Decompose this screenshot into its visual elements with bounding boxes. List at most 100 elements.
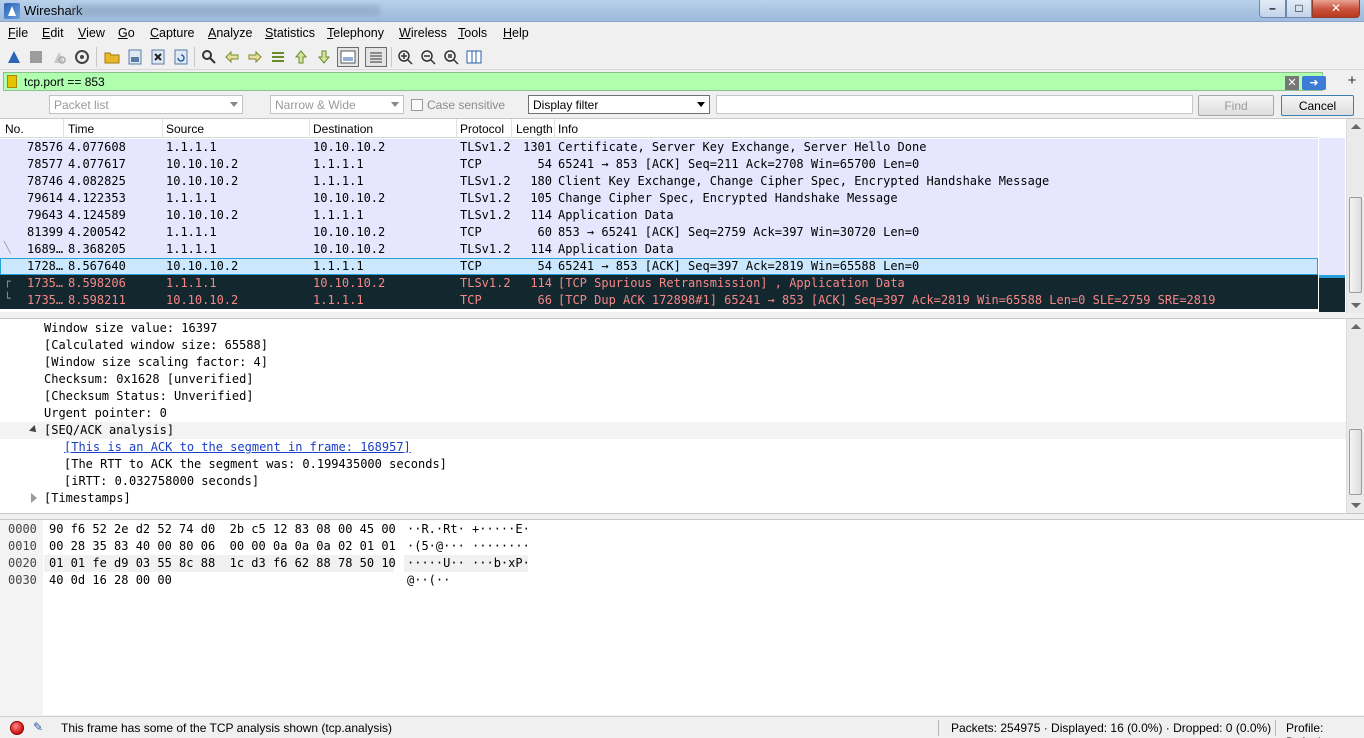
menu-analyze[interactable]: Analyze: [208, 26, 252, 40]
detail-item[interactable]: Checksum: 0x1628 [unverified]: [0, 371, 1346, 388]
column-separator[interactable]: [63, 119, 64, 138]
apply-filter-icon[interactable]: ➜: [1302, 76, 1326, 90]
zoom-out-icon[interactable]: [418, 47, 438, 67]
stop-capture-icon[interactable]: [26, 47, 46, 67]
table-row[interactable]: └ 1735… 8.598211 10.10.10.2 1.1.1.1 TCP 66 [TCP…: [0, 292, 1318, 309]
details-scrollbar[interactable]: [1346, 319, 1364, 513]
close-button[interactable]: ✕: [1312, 0, 1360, 18]
detail-item[interactable]: [Checksum Status: Unverified]: [0, 388, 1346, 405]
status-separator[interactable]: [1275, 720, 1276, 736]
detail-item[interactable]: Urgent pointer: 0: [0, 405, 1346, 422]
charset-select[interactable]: Narrow & Wide: [270, 95, 404, 114]
table-row[interactable]: 1728… 8.567640 10.10.10.2 1.1.1.1 TCP 54 65241…: [0, 258, 1318, 275]
menu-wireless[interactable]: Wireless: [399, 26, 447, 40]
ascii-bytes[interactable]: ··R.·Rt· +·····E·: [407, 522, 530, 536]
menu-edit[interactable]: Edit: [42, 26, 64, 40]
case-sensitive-checkbox[interactable]: [411, 99, 423, 111]
ascii-bytes[interactable]: ·(5·@··· ········: [407, 539, 530, 553]
start-capture-icon[interactable]: [4, 47, 24, 67]
minimize-button[interactable]: –: [1259, 0, 1286, 18]
clear-filter-icon[interactable]: ✕: [1285, 76, 1299, 90]
resize-columns-icon[interactable]: [464, 47, 484, 67]
frame-link[interactable]: [This is an ACK to the segment in frame:…: [64, 440, 411, 454]
search-in-select[interactable]: Packet list: [49, 95, 243, 114]
menu-help[interactable]: Help: [503, 26, 529, 40]
maximize-button[interactable]: □: [1286, 0, 1312, 18]
detail-item[interactable]: [Calculated window size: 65588]: [0, 337, 1346, 354]
table-row[interactable]: 79643 4.124589 10.10.10.2 1.1.1.1 TLSv1.2 114…: [0, 207, 1318, 224]
go-to-packet-icon[interactable]: [268, 47, 288, 67]
find-input[interactable]: [716, 95, 1193, 114]
table-row[interactable]: ┌ 1735… 8.598206 1.1.1.1 10.10.10.2 TLSv1.2 11…: [0, 275, 1318, 292]
packet-list-scrollbar[interactable]: [1346, 119, 1364, 313]
menu-statistics[interactable]: Statistics: [265, 26, 315, 40]
bookmark-icon[interactable]: [7, 75, 17, 88]
normal-size-icon[interactable]: [441, 47, 461, 67]
cancel-button[interactable]: Cancel: [1281, 95, 1354, 116]
table-row[interactable]: 79614 4.122353 1.1.1.1 10.10.10.2 TLSv1.2 105…: [0, 190, 1318, 207]
column-separator[interactable]: [162, 119, 163, 138]
column-separator[interactable]: [554, 119, 555, 138]
go-back-icon[interactable]: [222, 47, 242, 67]
menu-view[interactable]: View: [78, 26, 105, 40]
scrollbar-thumb[interactable]: [1349, 197, 1362, 293]
profile-label[interactable]: Profile: Default: [1286, 721, 1364, 738]
table-row[interactable]: ╲ 1689… 8.368205 1.1.1.1 10.10.10.2 TLSv1.2 11…: [0, 241, 1318, 258]
detail-item[interactable]: [The RTT to ACK the segment was: 0.19943…: [0, 456, 1346, 473]
column-header-time[interactable]: Time: [68, 122, 94, 136]
capture-options-icon[interactable]: [72, 47, 92, 67]
expert-info-icon[interactable]: [10, 721, 24, 735]
scroll-down-icon[interactable]: [1351, 303, 1361, 308]
hex-bytes[interactable]: 01 01 fe d9 03 55 8c 88 1c d3 f6 62 88 7…: [49, 556, 396, 570]
go-last-packet-icon[interactable]: [314, 47, 334, 67]
ascii-bytes[interactable]: ·····U·· ···b·xP·: [407, 556, 530, 570]
column-header-length[interactable]: Length: [516, 122, 553, 136]
hex-bytes[interactable]: 40 0d 16 28 00 00: [49, 573, 172, 587]
go-forward-icon[interactable]: [245, 47, 265, 67]
detail-item[interactable]: [This is an ACK to the segment in frame:…: [0, 439, 1346, 456]
detail-item[interactable]: [SEQ/ACK analysis]: [0, 422, 1346, 439]
table-row[interactable]: 78576 4.077608 1.1.1.1 10.10.10.2 TLSv1.2 130…: [0, 139, 1318, 156]
save-file-icon[interactable]: [125, 47, 145, 67]
edit-comment-icon[interactable]: ✎: [33, 720, 47, 734]
scroll-up-icon[interactable]: [1351, 124, 1361, 129]
zoom-in-icon[interactable]: [395, 47, 415, 67]
scroll-down-icon[interactable]: [1351, 503, 1361, 508]
find-button[interactable]: Find: [1198, 95, 1274, 116]
open-file-icon[interactable]: [102, 47, 122, 67]
restart-capture-icon[interactable]: [49, 47, 69, 67]
detail-item[interactable]: [Timestamps]: [0, 490, 1346, 507]
table-row[interactable]: 81399 4.200542 1.1.1.1 10.10.10.2 TCP 60 853 →…: [0, 224, 1318, 241]
packet-minimap[interactable]: [1319, 138, 1345, 312]
go-first-packet-icon[interactable]: [291, 47, 311, 67]
find-packet-icon[interactable]: [199, 47, 219, 67]
menu-go[interactable]: Go: [118, 26, 135, 40]
add-filter-button-icon[interactable]: +: [1344, 72, 1360, 90]
hex-bytes[interactable]: 00 28 35 83 40 00 80 06 00 00 0a 0a 0a 0…: [49, 539, 396, 553]
auto-scroll-icon[interactable]: [337, 47, 359, 67]
expanded-arrow-icon[interactable]: [29, 425, 39, 435]
close-file-icon[interactable]: [148, 47, 168, 67]
scrollbar-thumb[interactable]: [1349, 429, 1362, 495]
menu-capture[interactable]: Capture: [150, 26, 194, 40]
detail-item[interactable]: [Window size scaling factor: 4]: [0, 354, 1346, 371]
menu-tools[interactable]: Tools: [458, 26, 487, 40]
menu-telephony[interactable]: Telephony: [327, 26, 384, 40]
detail-item[interactable]: Window size value: 16397: [0, 320, 1346, 337]
column-separator[interactable]: [309, 119, 310, 138]
menu-file[interactable]: File: [8, 26, 28, 40]
column-separator[interactable]: [511, 119, 512, 138]
scroll-up-icon[interactable]: [1351, 324, 1361, 329]
colorize-icon[interactable]: [365, 47, 387, 67]
column-header-protocol[interactable]: Protocol: [460, 122, 504, 136]
column-separator[interactable]: [456, 119, 457, 138]
search-type-select[interactable]: Display filter: [528, 95, 710, 114]
hex-bytes[interactable]: 90 f6 52 2e d2 52 74 d0 2b c5 12 83 08 0…: [49, 522, 396, 536]
column-header-destination[interactable]: Destination: [313, 122, 373, 136]
collapsed-arrow-icon[interactable]: [31, 493, 37, 503]
table-row[interactable]: 78577 4.077617 10.10.10.2 1.1.1.1 TCP 54 65241…: [0, 156, 1318, 173]
ascii-bytes[interactable]: @··(··: [407, 573, 450, 587]
column-header-source[interactable]: Source: [166, 122, 204, 136]
column-header-info[interactable]: Info: [558, 122, 578, 136]
reload-file-icon[interactable]: [171, 47, 191, 67]
